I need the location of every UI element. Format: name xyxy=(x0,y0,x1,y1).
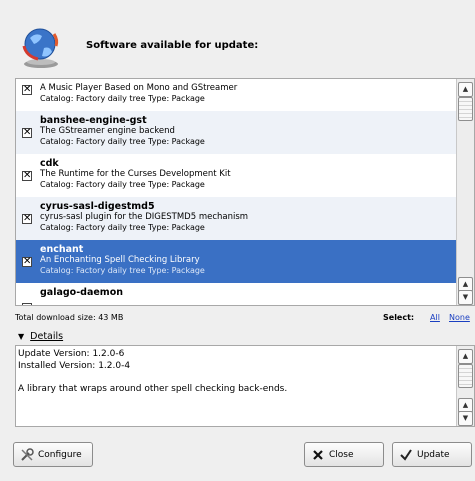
package-description: cyrus-sasl plugin for the DIGESTMD5 mech… xyxy=(40,212,249,222)
package-list[interactable]: ✕ A Music Player Based on Mono and GStre… xyxy=(15,78,475,306)
checkmark-icon xyxy=(399,448,413,462)
package-list-scrollbar[interactable]: ▲ ▲ ▼ xyxy=(456,79,474,305)
package-catalog: Catalog: Factory daily tree Type: Packag… xyxy=(40,180,205,189)
scroll-up-button[interactable]: ▲ xyxy=(458,82,473,97)
package-description: The Runtime for the Curses Development K… xyxy=(40,169,231,179)
package-name: banshee-engine-gst xyxy=(40,115,147,126)
checkbox[interactable]: ✕ xyxy=(22,171,32,181)
details-label: Details xyxy=(30,331,64,342)
list-item[interactable]: ✕ banshee-engine-gst The GStreamer engin… xyxy=(16,111,456,154)
configure-label: Configure xyxy=(38,450,82,460)
package-name: cyrus-sasl-digestmd5 xyxy=(40,201,155,212)
scroll-thumb[interactable] xyxy=(458,364,473,388)
list-item-selected[interactable]: ✕ enchant An Enchanting Spell Checking L… xyxy=(16,240,456,283)
package-catalog: Catalog: Factory daily tree Type: Packag… xyxy=(40,94,205,103)
update-button[interactable]: Update xyxy=(392,442,472,467)
select-all-link[interactable]: All xyxy=(430,313,440,322)
checkbox[interactable]: ✕ xyxy=(22,214,32,224)
details-toggle[interactable]: ▼ Details xyxy=(18,331,63,342)
close-button[interactable]: Close xyxy=(304,442,384,467)
scroll-down-button[interactable]: ▼ xyxy=(458,290,473,305)
update-label: Update xyxy=(417,450,450,460)
details-text: Update Version: 1.2.0-6 Installed Versio… xyxy=(18,349,288,394)
details-scrollbar[interactable]: ▲ ▲ ▼ xyxy=(456,346,474,426)
tools-icon xyxy=(20,448,34,462)
checkbox[interactable]: ✕ xyxy=(22,257,32,267)
list-item[interactable]: ✕ A Music Player Based on Mono and GStre… xyxy=(16,79,456,111)
checkbox[interactable] xyxy=(22,303,32,305)
select-label: Select: xyxy=(383,313,415,322)
package-name: galago-daemon xyxy=(40,287,123,298)
checkbox[interactable]: ✕ xyxy=(22,85,32,95)
select-none-link[interactable]: None xyxy=(449,313,470,322)
details-panel: Update Version: 1.2.0-6 Installed Versio… xyxy=(15,345,475,427)
checkbox[interactable]: ✕ xyxy=(22,128,32,138)
scroll-up-button[interactable]: ▲ xyxy=(458,349,473,364)
list-item[interactable]: ✕ cdk The Runtime for the Curses Develop… xyxy=(16,154,456,197)
package-catalog: Catalog: Factory daily tree Type: Packag… xyxy=(40,266,205,275)
list-item[interactable]: galago-daemon xyxy=(16,283,456,305)
package-name: enchant xyxy=(40,244,84,255)
package-rows: ✕ A Music Player Based on Mono and GStre… xyxy=(16,79,456,305)
list-item[interactable]: ✕ cyrus-sasl-digestmd5 cyrus-sasl plugin… xyxy=(16,197,456,240)
package-catalog: Catalog: Factory daily tree Type: Packag… xyxy=(40,137,205,146)
page-title: Software available for update: xyxy=(86,40,259,51)
configure-button[interactable]: Configure xyxy=(13,442,93,467)
total-download-size: Total download size: 43 MB xyxy=(15,313,124,322)
expand-triangle-icon: ▼ xyxy=(18,332,25,341)
package-catalog: Catalog: Factory daily tree Type: Packag… xyxy=(40,223,205,232)
package-description: A Music Player Based on Mono and GStream… xyxy=(40,83,238,93)
close-label: Close xyxy=(329,450,354,460)
package-description: An Enchanting Spell Checking Library xyxy=(40,255,200,265)
close-icon xyxy=(311,448,325,462)
globe-update-icon xyxy=(18,24,64,70)
scroll-thumb[interactable] xyxy=(458,97,473,121)
package-description: The GStreamer engine backend xyxy=(40,126,175,136)
package-name: cdk xyxy=(40,158,59,169)
scroll-down-button[interactable]: ▼ xyxy=(458,411,473,426)
